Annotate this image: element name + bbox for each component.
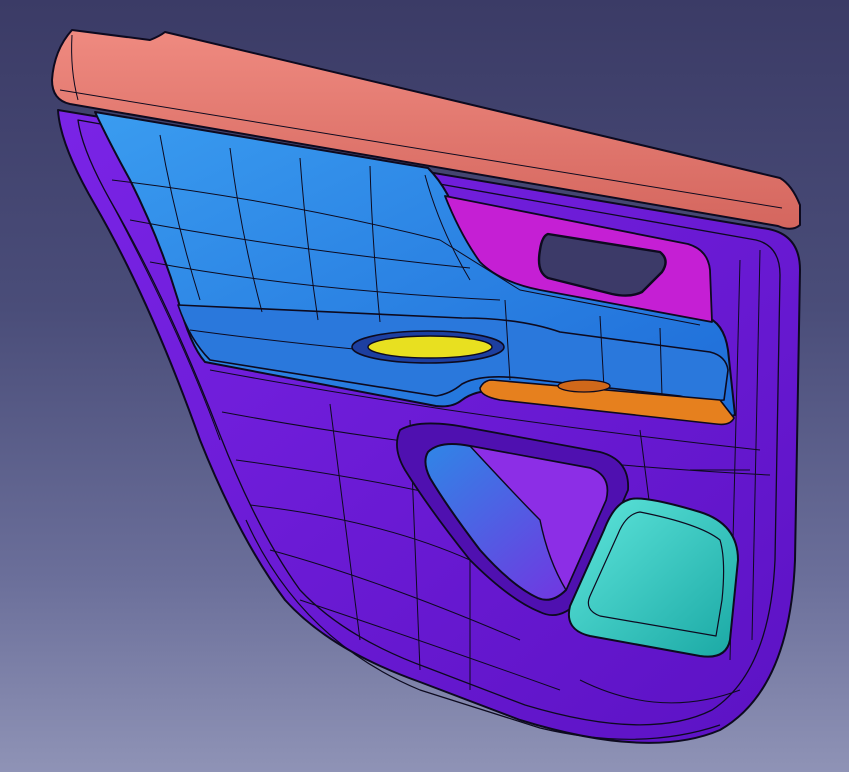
- 3d-viewport[interactable]: [0, 0, 849, 772]
- pull-cup[interactable]: [367, 335, 493, 359]
- window-switch-button[interactable]: [557, 379, 611, 393]
- door-panel-model[interactable]: [0, 0, 849, 772]
